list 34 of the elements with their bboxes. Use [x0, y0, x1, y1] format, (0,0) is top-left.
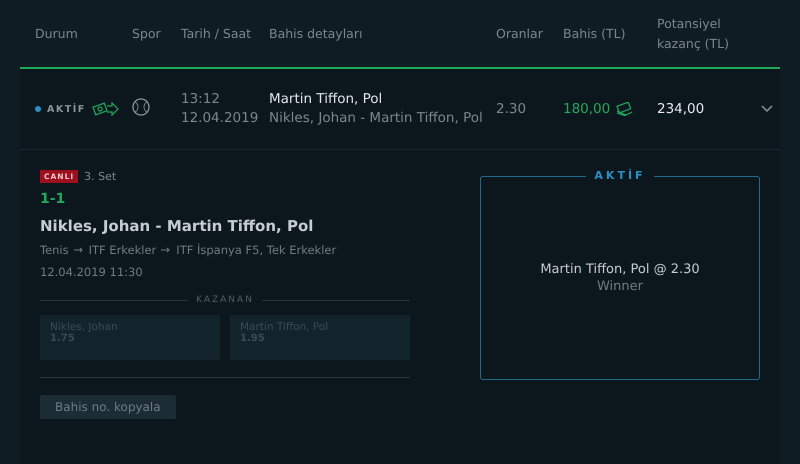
odds-value: 2.30 — [496, 101, 528, 117]
panel-title: AKTİF — [586, 169, 654, 182]
column-header: Potansiyel kazanç (TL) — [657, 14, 730, 52]
arrow-icon — [74, 247, 84, 253]
panel-selection: Martin Tiffon, Pol @ 2.30 — [540, 262, 700, 277]
period-label: 3. Set — [84, 170, 116, 183]
stake-amount: 180,00 — [563, 101, 610, 117]
status-dot — [35, 106, 41, 112]
start-time: 12.04.2019 11:30 — [40, 265, 143, 279]
copy-button[interactable]: Bahis no. kopyala — [40, 395, 176, 419]
status-label: AKTİF — [47, 104, 86, 114]
market-title: KAZANAN — [196, 295, 254, 305]
column-header: Tarih / Saat — [181, 24, 252, 42]
match-title: Nikles, Johan - Martin Tiffon, Pol — [40, 217, 314, 235]
potential-win: 234,00 — [657, 101, 706, 117]
breadcrumb-item: ITF İspanya F5, Tek Erkekler — [176, 243, 336, 257]
column-header: Spor — [132, 24, 162, 43]
banknotes-icon — [615, 102, 634, 116]
score: 1-1 — [40, 191, 66, 207]
arrow-icon — [161, 247, 172, 253]
panel-market: Winner — [596, 279, 643, 294]
cash-arrow-icon — [92, 102, 120, 116]
column-header: Bahis detayları — [269, 24, 364, 43]
breadcrumb-item: Tenis — [40, 243, 69, 257]
match-name: Nikles, Johan - Martin Tiffon, Pol — [269, 109, 484, 128]
bet-date: 12.04.2019 — [181, 109, 260, 128]
selection-name: Martin Tiffon, Pol — [269, 90, 384, 109]
chevron-icon — [761, 105, 773, 113]
column-header: Oranlar — [496, 24, 544, 42]
column-header: Bahis (TL) — [563, 24, 626, 42]
tennis-ball-icon — [132, 98, 150, 116]
breadcrumb-item: ITF Erkekler — [88, 243, 156, 257]
bet-time: 13:12 — [181, 90, 221, 109]
column-header: Durum — [35, 24, 79, 42]
